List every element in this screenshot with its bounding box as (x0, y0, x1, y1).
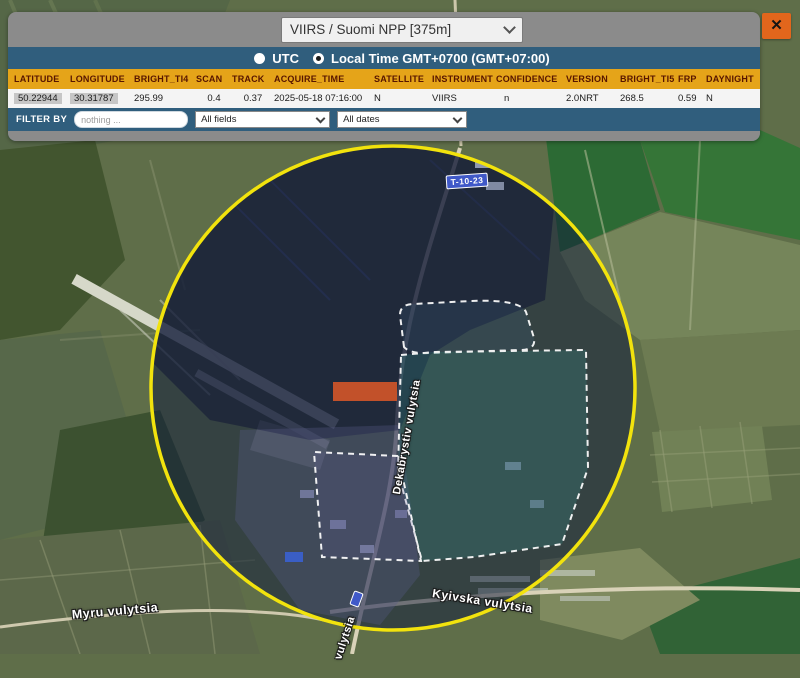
cell-acquire-time: 2025-05-18 07:16:00 (274, 93, 374, 104)
chevron-down-icon (453, 114, 463, 124)
col-track[interactable]: TRACK (232, 74, 274, 84)
cell-daynight: N (706, 93, 756, 104)
fields-select-value: All fields (201, 114, 236, 125)
cell-scan: 0.4 (196, 93, 232, 104)
filter-input[interactable] (74, 111, 188, 128)
col-satellite[interactable]: SATELLITE (374, 74, 432, 84)
dates-select[interactable]: All dates (337, 111, 467, 128)
cell-latitude: 50.22944 (14, 93, 70, 104)
col-instrument[interactable]: INSTRUMENT (432, 74, 496, 84)
col-bright-ti5[interactable]: BRIGHT_TI5 (620, 74, 678, 84)
filter-bar: FILTER BY All fields All dates (8, 108, 760, 141)
col-acquire-time[interactable]: ACQUIRE_TIME (274, 74, 374, 84)
utc-radio[interactable]: UTC (254, 51, 299, 66)
fire-detection-footprint[interactable] (333, 382, 397, 401)
col-frp[interactable]: FRP (678, 74, 706, 84)
col-scan[interactable]: SCAN (196, 74, 232, 84)
radio-icon (254, 53, 265, 64)
filter-by-label: FILTER BY (16, 114, 67, 125)
cell-instrument: VIIRS (432, 93, 496, 104)
col-version[interactable]: VERSION (566, 74, 620, 84)
layer-select-value: VIIRS / Suomi NPP [375m] (290, 22, 451, 37)
radio-checked-icon (313, 53, 324, 64)
cell-confidence: n (496, 93, 566, 104)
fire-data-panel: VIIRS / Suomi NPP [375m] UTC Local Time … (8, 12, 760, 141)
panel-header: VIIRS / Suomi NPP [375m] (8, 12, 760, 47)
cell-satellite: N (374, 93, 432, 104)
cell-bright-ti5: 268.5 (620, 93, 678, 104)
col-confidence[interactable]: CONFIDENCE (496, 74, 566, 84)
close-button[interactable]: ✕ (762, 13, 791, 39)
cell-longitude: 30.31787 (70, 93, 134, 104)
cell-version: 2.0NRT (566, 93, 620, 104)
chevron-down-icon (316, 114, 326, 124)
table-row[interactable]: 50.22944 30.31787 295.99 0.4 0.37 2025-0… (8, 89, 760, 108)
table-header-row: LATITUDE LONGITUDE BRIGHT_TI4 SCAN TRACK… (8, 69, 760, 89)
col-latitude[interactable]: LATITUDE (14, 74, 70, 84)
utc-radio-label: UTC (272, 51, 299, 66)
cell-bright-ti4: 295.99 (134, 93, 196, 104)
chevron-down-icon (503, 21, 516, 34)
local-time-radio[interactable]: Local Time GMT+0700 (GMT+07:00) (313, 51, 550, 66)
time-zone-bar: UTC Local Time GMT+0700 (GMT+07:00) (8, 47, 760, 69)
layer-select[interactable]: VIIRS / Suomi NPP [375m] (281, 17, 523, 43)
col-bright-ti4[interactable]: BRIGHT_TI4 (134, 74, 196, 84)
col-longitude[interactable]: LONGITUDE (70, 74, 134, 84)
col-daynight[interactable]: DAYNIGHT (706, 74, 756, 84)
dates-select-value: All dates (343, 114, 379, 125)
road-shield: T-10-23 (446, 173, 489, 190)
local-time-radio-label: Local Time GMT+0700 (GMT+07:00) (331, 51, 550, 66)
cell-frp: 0.59 (678, 93, 706, 104)
fields-select[interactable]: All fields (195, 111, 330, 128)
cell-track: 0.37 (232, 93, 274, 104)
